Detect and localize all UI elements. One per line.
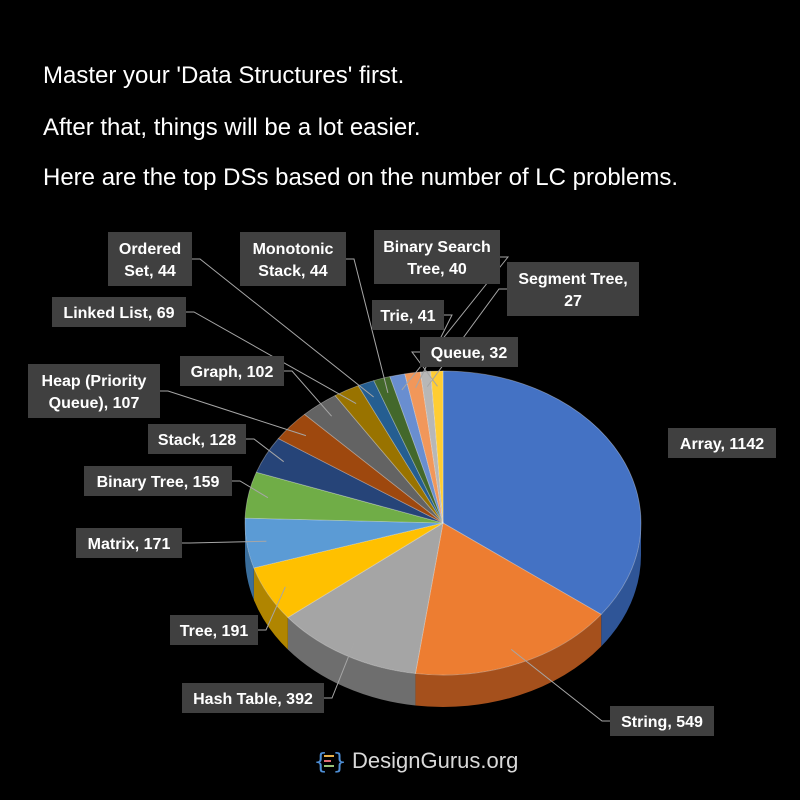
data-label-3: Tree, 191	[180, 623, 249, 640]
data-label-13: Trie, 41	[380, 308, 435, 325]
data-label-9: Linked List, 69	[63, 305, 174, 322]
data-label-5: Binary Tree, 159	[97, 474, 220, 491]
data-label-1: String, 549	[621, 714, 703, 731]
svg-text:{: {	[314, 750, 327, 775]
code-braces-icon: { }	[314, 750, 344, 775]
data-label-15: Queue, 32	[431, 345, 508, 362]
brand: { } DesignGurus.org	[314, 745, 518, 777]
data-label-2: Hash Table, 392	[193, 691, 313, 708]
data-label-8: Graph, 102	[191, 364, 274, 381]
brand-name: DesignGurus.org	[352, 748, 519, 773]
pie-chart: Array, 1142 String, 549 Hash Table, 392 Tre…	[28, 230, 776, 736]
data-label-0: Array, 1142	[680, 436, 764, 453]
data-label-4: Matrix, 171	[88, 536, 171, 553]
svg-text:}: }	[333, 750, 344, 775]
data-label-6: Stack, 128	[158, 432, 236, 449]
pie-slices	[244, 370, 642, 676]
